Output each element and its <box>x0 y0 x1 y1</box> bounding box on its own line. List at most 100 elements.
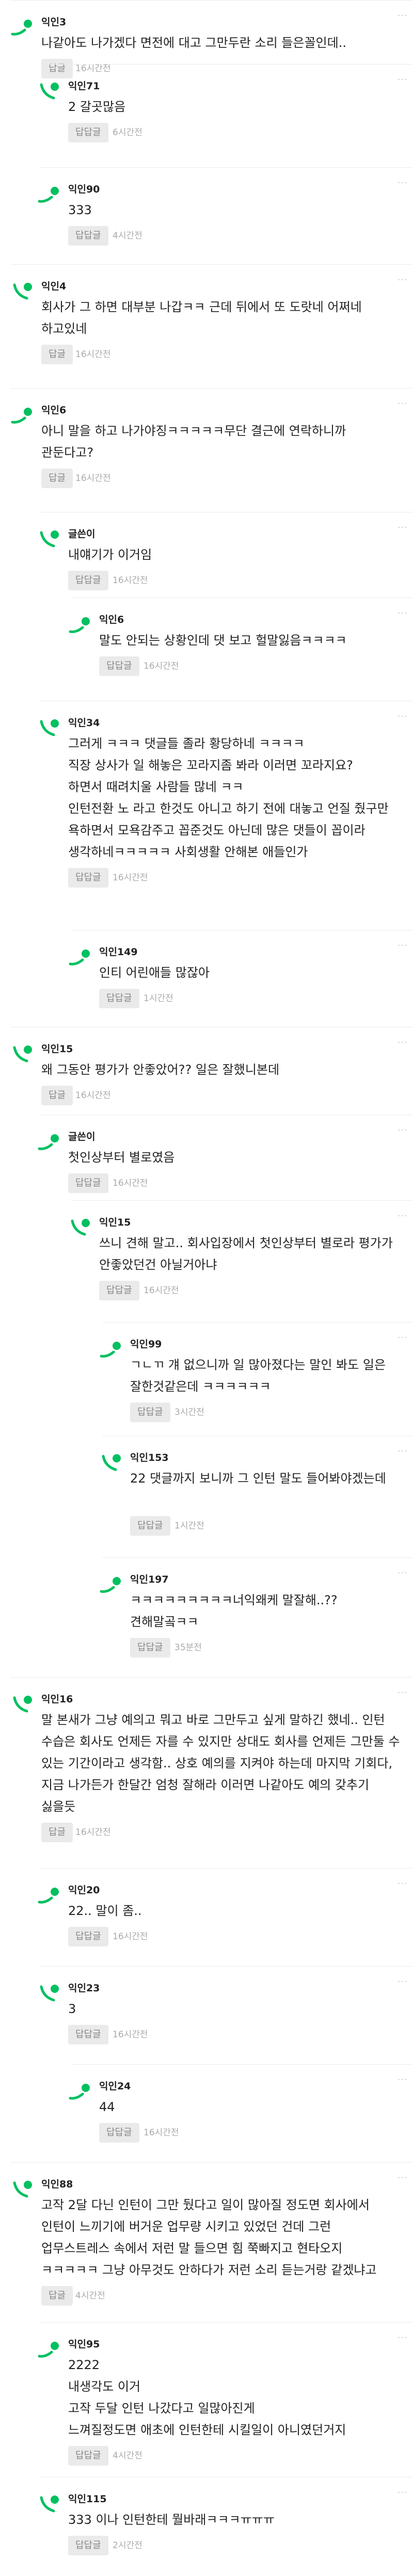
comment-timestamp: 4시간전 <box>113 231 142 241</box>
comment-author: 익인15 <box>41 1043 73 1055</box>
comment-author: 익인15 <box>99 1217 131 1228</box>
comment-author: 익인34 <box>68 717 100 729</box>
avatar-icon <box>13 2181 32 2198</box>
more-dots-icon[interactable]: ··· <box>396 1568 409 1579</box>
reply-to-reply-button[interactable]: 답답글 <box>68 868 108 888</box>
reply-button[interactable]: 답글 <box>41 1086 73 1105</box>
reply-to-reply-button[interactable]: 답답글 <box>99 656 139 676</box>
reply-item: 익인34 그러게 ㅋㅋㅋ 댓글들 졸라 황당하네 ㅋㅋㅋㅋ 직장 상사가 일 해놓… <box>0 701 413 930</box>
more-dots-icon[interactable]: ··· <box>396 1211 409 1222</box>
avatar-icon <box>38 2342 59 2358</box>
reply-button[interactable]: 답글 <box>41 2286 73 2306</box>
reply-item: 익인20 22.. 말이 좀.. 답답글 16시간전 ··· <box>0 1868 413 1966</box>
comment-divider <box>10 0 413 1</box>
reply-to-reply-button[interactable]: 답답글 <box>99 989 139 1008</box>
comment-divider <box>10 388 413 389</box>
reply-to-reply-button[interactable]: 답답글 <box>68 1173 108 1193</box>
comment-text: 첫인상부터 별로였음 <box>68 1150 175 1165</box>
reply-to-reply-button[interactable]: 답답글 <box>99 2123 139 2143</box>
reply-item: 글쓴이 내얘기가 이거임 답답글 16시간전 ··· <box>0 512 413 598</box>
reply-to-reply-button[interactable]: 답답글 <box>130 1516 170 1536</box>
reply-item: 익인24 44 답답글 16시간전 ··· <box>0 2064 413 2162</box>
avatar-icon <box>40 530 59 548</box>
more-dots-icon[interactable]: ··· <box>396 2487 409 2499</box>
more-dots-icon[interactable]: ··· <box>396 275 409 286</box>
reply-item: 익인95 2222 내생각도 이거 고작 두달 인턴 나갔다고 일많아진게 느껴질… <box>0 2322 413 2477</box>
avatar-icon <box>40 719 59 736</box>
avatar-icon <box>13 1696 32 1713</box>
comment-author: 익인16 <box>41 1694 73 1705</box>
comment-divider <box>40 2322 413 2323</box>
comment-text: 쓰니 견해 말고.. 회사입장에서 첫인상부터 별로라 평가가 안좋았던건 아닐… <box>99 1236 393 1272</box>
comment-timestamp: 16시간전 <box>113 1178 148 1188</box>
comment-timestamp: 1시간전 <box>174 1521 204 1531</box>
more-dots-icon[interactable]: ··· <box>396 940 409 952</box>
comment-divider <box>40 1868 413 1869</box>
comment-text: ㄱㄴㄲ 걔 없으니까 일 많아졌다는 말인 봐도 일은 잘한것같은데 ㅋㅋㅋㅋㅋ… <box>130 1358 386 1394</box>
avatar-icon <box>100 1342 121 1358</box>
more-dots-icon[interactable]: ··· <box>396 74 409 86</box>
more-dots-icon[interactable]: ··· <box>396 2332 409 2344</box>
comment-author: 익인24 <box>99 2081 131 2092</box>
comment-text: 회사가 그 하면 대부분 나갑ㅋㅋ 근데 뒤에서 또 도랏네 어쩌네 하고있네 <box>41 300 362 336</box>
comment-author: 익인99 <box>130 1339 162 1350</box>
comment-timestamp: 35분전 <box>174 1643 202 1653</box>
more-dots-icon[interactable]: ··· <box>396 1125 409 1136</box>
reply-to-reply-button[interactable]: 답답글 <box>68 123 108 142</box>
comment-author: 익인88 <box>41 2179 73 2190</box>
reply-to-reply-button[interactable]: 답답글 <box>68 571 108 590</box>
avatar-icon <box>69 2084 90 2100</box>
more-dots-icon[interactable]: ··· <box>396 522 409 534</box>
comment-author: 익인197 <box>130 1574 169 1585</box>
comment-text: 말도 안되는 상황인데 댓 보고 헐말잃음ㅋㅋㅋㅋ <box>99 633 347 648</box>
more-dots-icon[interactable]: ··· <box>396 10 409 22</box>
comment-divider <box>71 1200 413 1201</box>
reply-to-reply-button[interactable]: 답답글 <box>68 1927 108 1946</box>
reply-to-reply-button[interactable]: 답답글 <box>68 2446 108 2466</box>
avatar-icon <box>40 83 59 100</box>
more-dots-icon[interactable]: ··· <box>396 1687 409 1699</box>
more-dots-icon[interactable]: ··· <box>396 1446 409 1457</box>
avatar-icon <box>40 2496 59 2513</box>
comment-text: 그러게 ㅋㅋㅋ 댓글들 졸라 황당하네 ㅋㅋㅋㅋ 직장 상사가 일 해놓은 꼬라… <box>68 736 389 859</box>
comment-timestamp: 6시간전 <box>113 127 142 138</box>
comment-divider <box>102 1557 413 1558</box>
more-dots-icon[interactable]: ··· <box>396 2172 409 2184</box>
reply-item: 익인99 ㄱㄴㄲ 걔 없으니까 일 많아졌다는 말인 봐도 일은 잘한것같은데 ㅋ… <box>0 1322 413 1436</box>
reply-button[interactable]: 답글 <box>41 345 73 364</box>
comment-timestamp: 16시간전 <box>113 873 148 883</box>
more-dots-icon[interactable]: ··· <box>396 178 409 189</box>
comment-text: 내얘기가 이거임 <box>68 548 152 562</box>
more-dots-icon[interactable]: ··· <box>396 398 409 410</box>
comment-author: 익인3 <box>41 17 67 28</box>
comment-divider <box>10 1677 413 1678</box>
avatar-icon <box>13 283 32 300</box>
comment-timestamp: 16시간전 <box>113 575 148 586</box>
reply-to-reply-button[interactable]: 답답글 <box>130 1638 170 1657</box>
more-dots-icon[interactable]: ··· <box>396 2074 409 2086</box>
more-dots-icon[interactable]: ··· <box>396 608 409 619</box>
comment-timestamp: 16시간전 <box>113 1931 148 1942</box>
reply-to-reply-button[interactable]: 답답글 <box>130 1403 170 1422</box>
comment-text: 22.. 말이 좀.. <box>68 1904 142 1918</box>
more-dots-icon[interactable]: ··· <box>396 1878 409 1890</box>
comment-timestamp: 16시간전 <box>75 473 111 484</box>
reply-item: 익인71 2 갈곳많음 답답글 6시간전 ··· <box>0 64 413 167</box>
more-dots-icon[interactable]: ··· <box>396 1976 409 1988</box>
comment-text: 고작 2달 다닌 인턴이 그만 뒀다고 일이 많아질 정도면 회사에서 인턴이 … <box>41 2198 377 2277</box>
reply-button[interactable]: 답글 <box>41 469 73 488</box>
more-dots-icon[interactable]: ··· <box>396 1037 409 1049</box>
reply-to-reply-button[interactable]: 답답글 <box>68 226 108 246</box>
reply-item: 익인90 333 답답글 4시간전 ··· <box>0 167 413 264</box>
comment-text: 아니 말을 하고 나가야징ㅋㅋㅋㅋㅋ무단 결근에 연락하니까 관둔다고? <box>41 424 346 460</box>
comment-timestamp: 16시간전 <box>113 2030 148 2040</box>
more-dots-icon[interactable]: ··· <box>396 711 409 722</box>
more-dots-icon[interactable]: ··· <box>396 1332 409 1344</box>
reply-button[interactable]: 답글 <box>41 1823 73 1842</box>
reply-to-reply-button[interactable]: 답답글 <box>99 1281 139 1300</box>
reply-to-reply-button[interactable]: 답답글 <box>68 2025 108 2044</box>
comment-list: 익인3 나같아도 나가겠다 면전에 대고 그만두란 소리 들은꼴인데.. 답글 16시… <box>0 0 413 2576</box>
reply-item: 익인15 쓰니 견해 말고.. 회사입장에서 첫인상부터 별로라 평가가 안좋았던… <box>0 1200 413 1322</box>
reply-to-reply-button[interactable]: 답답글 <box>68 2536 108 2555</box>
comment-author: 익인71 <box>68 81 100 92</box>
